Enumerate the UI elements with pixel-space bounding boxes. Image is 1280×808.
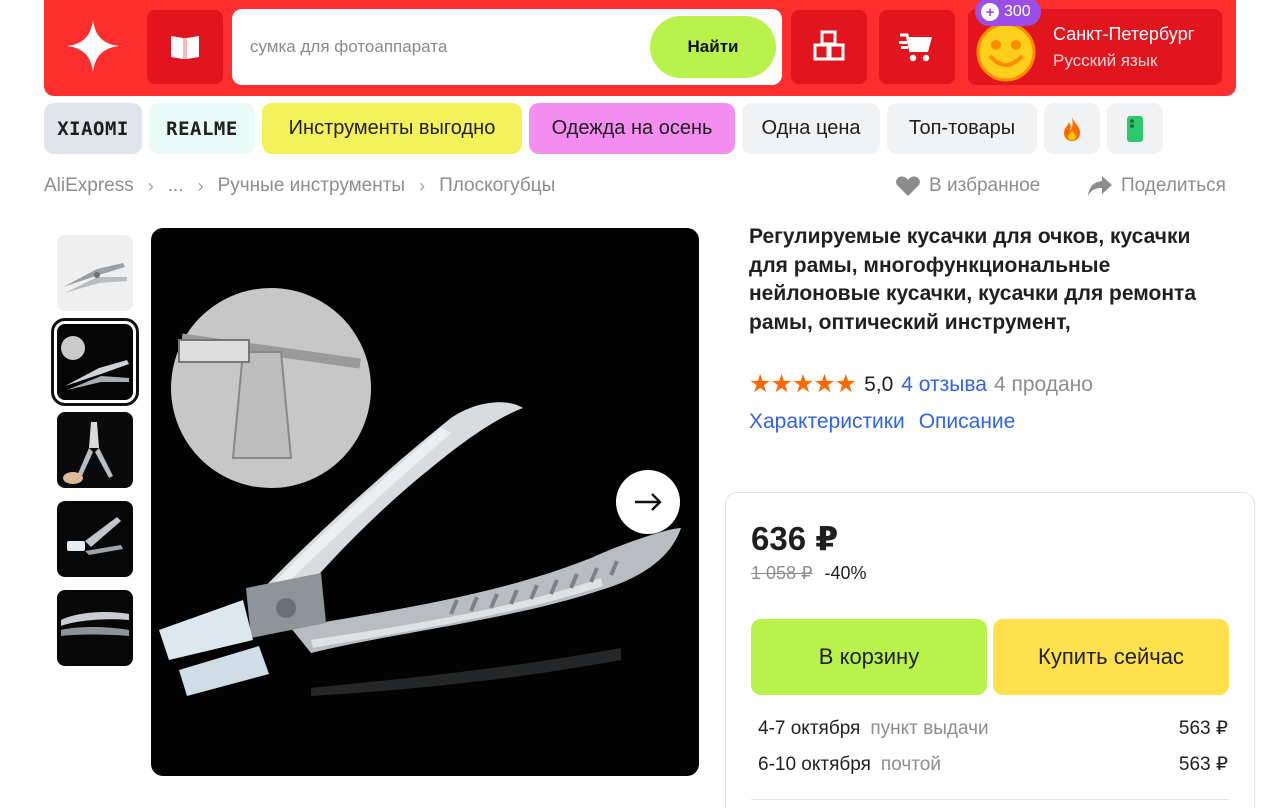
product-title: Регулируемые кусачки для очков, кусачки … — [749, 225, 1196, 335]
add-to-cart-button[interactable]: В корзину — [751, 619, 987, 695]
breadcrumb-aliexpress[interactable]: AliExpress — [44, 175, 134, 197]
tab-characteristics[interactable]: Характеристики — [749, 410, 905, 434]
points-value: 300 — [1004, 3, 1031, 20]
product-tabs: Характеристики Описание — [749, 410, 1015, 434]
chevron-right-icon: › — [147, 175, 154, 196]
chevron-right-icon: › — [419, 175, 426, 196]
heart-icon — [896, 176, 920, 196]
purchase-card: 636 ₽ 1 058 ₽ -40% В корзину Купить сейч… — [725, 492, 1255, 808]
chip-phones[interactable] — [1107, 103, 1163, 154]
favorite-action[interactable]: В избранное — [895, 175, 1040, 197]
pliers-thumb-image — [63, 263, 127, 293]
arrow-right-icon — [635, 493, 662, 511]
thumbnail-1[interactable] — [57, 235, 133, 311]
rating-row: ★★★★★ 5,0 4 отзыва 4 продано — [749, 372, 1093, 397]
pliers-zoom-thumb-image — [61, 336, 129, 390]
reviews-link[interactable]: 4 отзыва — [901, 373, 987, 397]
cart-fast-icon — [899, 33, 932, 62]
thumbnail-5[interactable] — [57, 590, 133, 666]
chip-autumn-clothes[interactable]: Одежда на осень — [529, 103, 735, 154]
buy-now-button[interactable]: Купить сейчас — [993, 619, 1229, 695]
current-price: 636 ₽ — [751, 520, 839, 557]
thumbnail-2[interactable] — [51, 318, 139, 406]
star-logo-icon — [67, 20, 119, 72]
cart-button[interactable] — [879, 10, 955, 84]
city-label: Санкт-Петербург — [1053, 24, 1195, 44]
tab-description[interactable]: Описание — [919, 410, 1016, 434]
rating-value: 5,0 — [864, 372, 894, 396]
favorite-label: В избранное — [929, 175, 1041, 196]
smiley-avatar-icon[interactable] — [974, 18, 1038, 82]
next-image-button[interactable] — [616, 470, 680, 534]
share-arrow-icon — [1088, 176, 1112, 196]
delivery-date: 6-10 октября — [758, 754, 871, 775]
thumbnail-3[interactable] — [57, 412, 133, 488]
promo-chips: XIAOMI REALME Инструменты выгодно Одежда… — [44, 103, 1163, 154]
chip-tools-deal[interactable]: Инструменты выгодно — [262, 103, 522, 154]
plus-icon: + — [981, 3, 999, 21]
fire-icon — [1064, 116, 1080, 141]
breadcrumb-hand-tools[interactable]: Ручные инструменты — [218, 175, 406, 197]
breadcrumb: AliExpress › ... › Ручные инструменты › … — [44, 175, 555, 197]
search-button[interactable]: Найти — [650, 16, 776, 78]
catalog-book-icon — [171, 36, 199, 59]
discount-badge: -40% — [824, 563, 867, 583]
old-price-row: 1 058 ₽ -40% — [751, 563, 867, 584]
language-label: Русский язык — [1053, 51, 1158, 70]
breadcrumb-ellipsis[interactable]: ... — [168, 175, 184, 197]
divider — [751, 799, 1229, 800]
chip-realme[interactable]: REALME — [149, 103, 255, 154]
search-bar: Найти — [232, 9, 782, 85]
pliers-hand-thumb-image — [63, 422, 113, 484]
chip-top-products[interactable]: Топ-товары — [887, 103, 1037, 154]
delivery-price: 563 ₽ — [1178, 718, 1228, 739]
delivery-option-pickup[interactable]: 4-7 октября пункт выдачи 563 ₽ — [758, 717, 1228, 740]
delivery-option-post[interactable]: 6-10 октября почтой 563 ₽ — [758, 753, 1228, 776]
thumbnail-4[interactable] — [57, 501, 133, 577]
delivery-method: почтой — [880, 754, 941, 775]
delivery-price: 563 ₽ — [1178, 754, 1228, 775]
old-price: 1 058 ₽ — [751, 563, 813, 583]
aliexpress-star-logo[interactable] — [62, 10, 124, 82]
share-label: Поделиться — [1121, 175, 1226, 196]
chip-one-price[interactable]: Одна цена — [742, 103, 880, 154]
rating-stars-icon: ★★★★★ — [749, 370, 857, 398]
pliers-handles-thumb-image — [61, 612, 129, 636]
delivery-date: 4-7 октября — [758, 718, 861, 739]
chevron-right-icon: › — [197, 175, 204, 196]
main-product-image[interactable] — [151, 228, 699, 776]
breadcrumb-pliers[interactable]: Плоскогубцы — [439, 175, 555, 197]
phone-icon — [1127, 115, 1143, 142]
search-input[interactable] — [250, 33, 630, 61]
chip-xiaomi[interactable]: XIAOMI — [44, 103, 142, 154]
catalog-button[interactable] — [147, 10, 223, 84]
chip-hot[interactable] — [1044, 103, 1100, 154]
cube-boxes-icon — [813, 30, 845, 61]
share-action[interactable]: Поделиться — [1087, 175, 1226, 197]
points-badge[interactable]: + 300 — [975, 0, 1041, 26]
delivery-method: пункт выдачи — [870, 718, 989, 739]
bundles-button[interactable] — [791, 10, 867, 84]
sold-count: 4 продано — [993, 372, 1093, 396]
pliers-jaws-thumb-image — [67, 517, 123, 555]
